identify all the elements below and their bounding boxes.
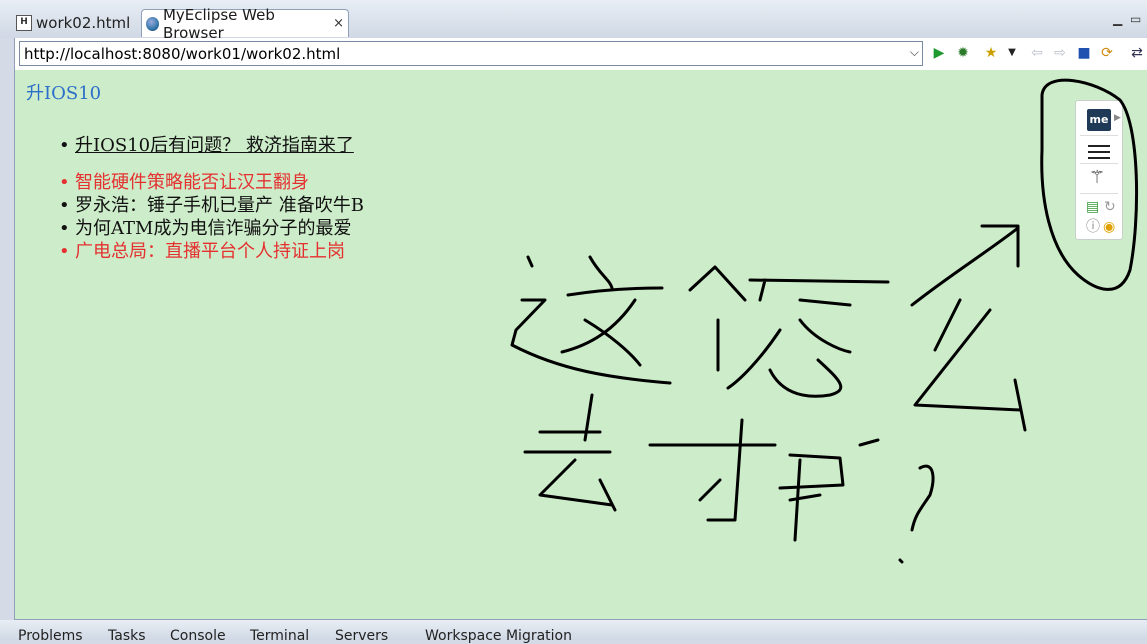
tab-workspace-migration[interactable]: Workspace Migration — [425, 628, 572, 644]
ink-char — [898, 464, 935, 564]
handwriting-annotation — [510, 78, 1139, 564]
tab-tasks[interactable]: Tasks — [108, 628, 146, 644]
ink-char — [648, 418, 777, 522]
tab-problems[interactable]: Problems — [18, 628, 83, 644]
tab-console[interactable]: Console — [170, 628, 226, 644]
ink-char — [523, 393, 617, 512]
ink-circle — [1040, 78, 1139, 291]
bottom-view-tabs: Problems Tasks Console Terminal Servers … — [0, 620, 1147, 644]
ink-char — [778, 438, 880, 542]
ink-char — [688, 265, 890, 398]
ink-char — [560, 255, 664, 367]
tab-servers[interactable]: Servers — [335, 628, 388, 644]
tab-terminal[interactable]: Terminal — [250, 628, 309, 644]
ink-char — [913, 298, 1027, 432]
ink-char — [510, 255, 672, 385]
ink-arrow — [910, 224, 1020, 307]
